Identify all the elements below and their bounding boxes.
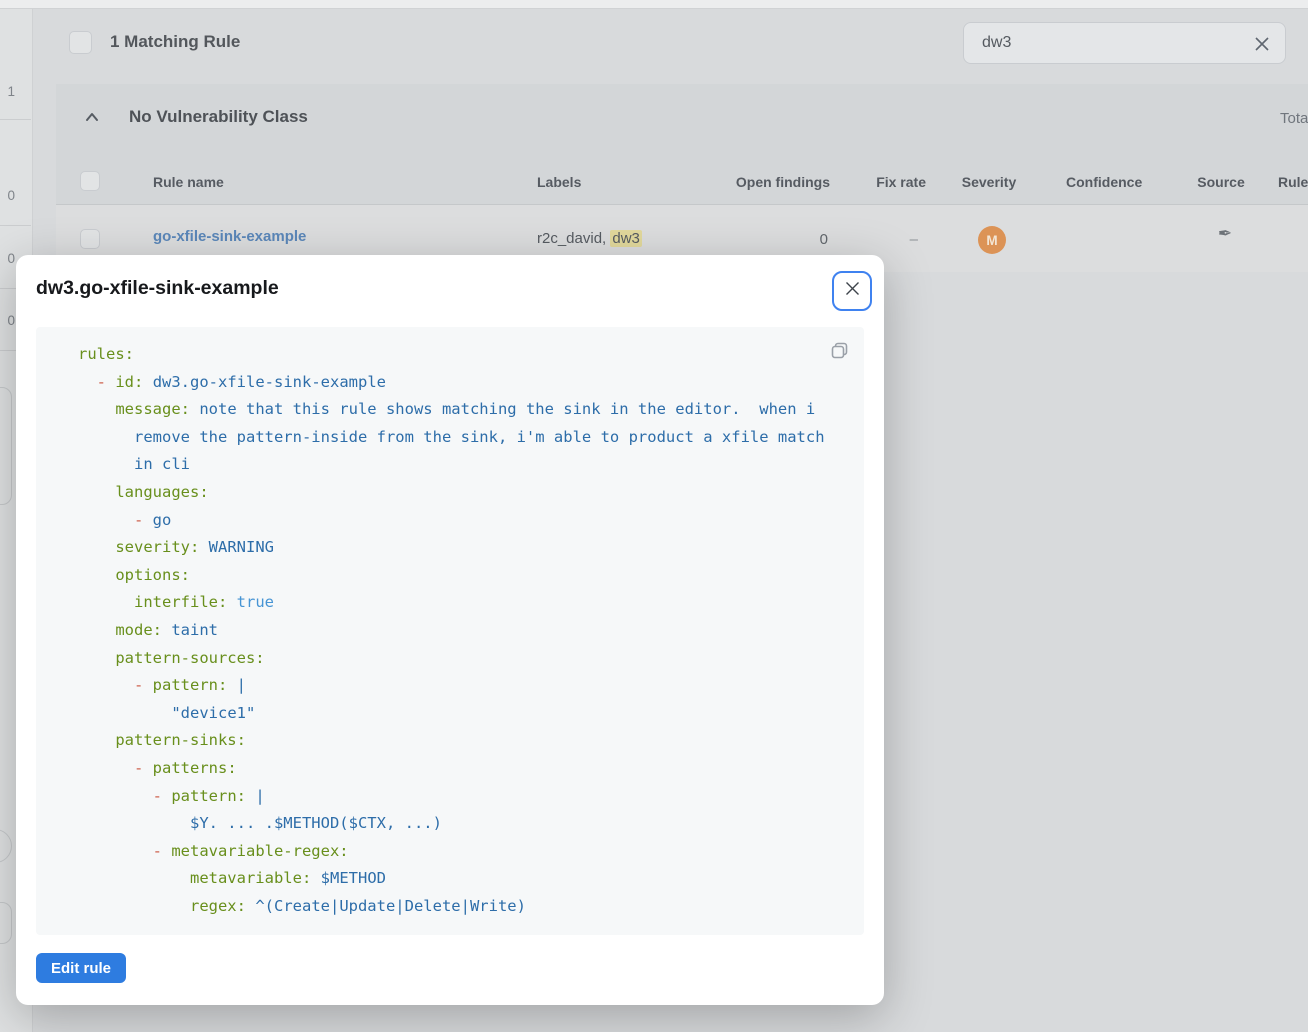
divider	[0, 225, 31, 226]
rule-name-link[interactable]: go-xfile-sink-example	[153, 228, 306, 245]
clear-search-icon[interactable]	[1252, 34, 1272, 54]
rule-yaml-code-block: rules: - id: dw3.go-xfile-sink-example m…	[36, 327, 864, 935]
label-highlighted: dw3	[610, 230, 642, 247]
column-header-rule-name[interactable]: Rule name	[153, 174, 224, 190]
filter-count: 0	[0, 313, 15, 328]
column-header-confidence[interactable]: Confidence	[1066, 174, 1142, 190]
open-findings-cell: 0	[700, 231, 828, 248]
column-header-fix-rate[interactable]: Fix rate	[850, 174, 926, 190]
column-header-rule[interactable]: Rule	[1278, 174, 1308, 190]
divider	[0, 119, 31, 120]
filter-count: 0	[0, 188, 15, 203]
collapse-section-button[interactable]	[83, 108, 101, 126]
fix-rate-cell: –	[850, 231, 918, 248]
top-edge-strip	[0, 0, 1308, 9]
filter-count: 0	[0, 251, 15, 266]
modal-title: dw3.go-xfile-sink-example	[36, 277, 279, 300]
edit-rule-button[interactable]: Edit rule	[36, 953, 126, 983]
close-button[interactable]	[832, 271, 872, 311]
pen-nib-icon: ✒	[1211, 224, 1239, 244]
section-select-checkbox[interactable]	[80, 171, 100, 191]
select-all-checkbox[interactable]	[69, 31, 92, 54]
column-header-source[interactable]: Source	[1194, 174, 1248, 190]
copy-icon[interactable]	[830, 341, 850, 361]
row-checkbox[interactable]	[80, 229, 100, 249]
severity-badge: M	[978, 226, 1006, 254]
search-input[interactable]	[982, 23, 1212, 63]
rule-detail-modal: dw3.go-xfile-sink-example rules: - id: d…	[16, 255, 884, 1005]
filter-count: 1	[0, 84, 15, 99]
total-label: Total	[1280, 110, 1308, 127]
close-icon	[844, 280, 861, 302]
filter-box-cutoff	[0, 387, 12, 505]
column-header-open-findings[interactable]: Open findings	[700, 174, 830, 190]
section-title: No Vulnerability Class	[129, 107, 308, 127]
rules-page: 1 0 0 0 1 Matching Rule No Vulnerability…	[0, 0, 1308, 1032]
yaml-code: rules: - id: dw3.go-xfile-sink-example m…	[78, 341, 844, 920]
filter-circle-cutoff	[0, 829, 12, 863]
labels-cell: r2c_david, dw3	[537, 230, 642, 247]
column-header-labels[interactable]: Labels	[537, 174, 581, 190]
matching-rules-count: 1 Matching Rule	[110, 32, 240, 52]
rule-search-box	[963, 22, 1286, 64]
label-text: r2c_david,	[537, 230, 610, 247]
column-header-severity[interactable]: Severity	[958, 174, 1020, 190]
filter-box-cutoff	[0, 902, 12, 944]
